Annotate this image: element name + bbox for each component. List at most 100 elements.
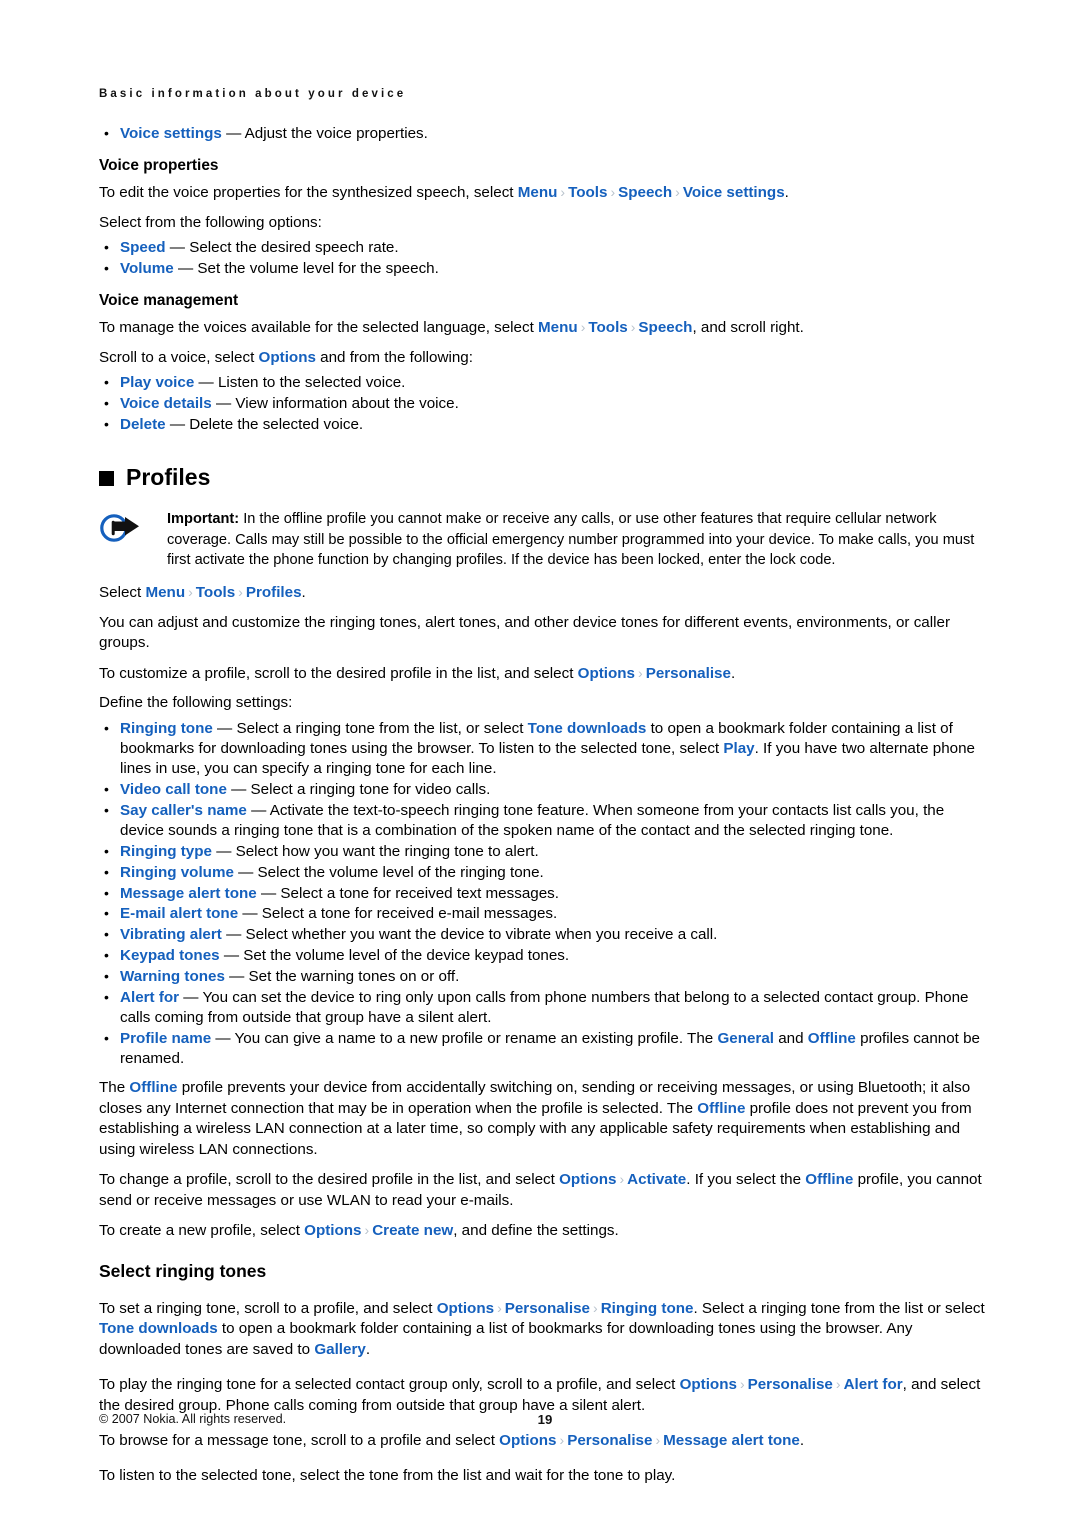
voice-management-scroll: Scroll to a voice, select Options and fr… <box>99 348 991 369</box>
path-separator-icon: › <box>619 1171 625 1188</box>
body-text: Select the volume level of the ringing t… <box>257 863 544 881</box>
path-separator-icon: › <box>497 1299 502 1316</box>
body-text: View information about the voice. <box>235 395 459 413</box>
select-suffix: . <box>301 584 306 602</box>
list-item: Warning tones — Set the warning tones on… <box>99 966 991 987</box>
body-text: Select a tone for received e-mail messag… <box>261 905 558 923</box>
path-separator-icon: › <box>238 584 243 601</box>
item-description: Adjust the voice properties. <box>244 125 428 142</box>
body-text: To play the ringing tone for a selected … <box>99 1376 680 1394</box>
body-text: Select whether you want the device to vi… <box>245 926 718 944</box>
body-text: — <box>173 260 198 278</box>
ui-reference: Alert for <box>120 988 180 1006</box>
list-item: Video call tone — Select a ringing tone … <box>99 779 991 800</box>
ui-reference: E-mail alert tone <box>120 905 239 923</box>
ui-reference: Ringing type <box>120 842 212 860</box>
ui-reference: Offline <box>697 1099 746 1117</box>
list-item: Ringing type — Select how you want the r… <box>99 841 991 862</box>
profiles-select-path-line: Select Menu › Tools › Profiles. <box>99 582 991 604</box>
document-page: Basic information about your device Voic… <box>0 0 1080 1527</box>
select-text: Select <box>99 584 146 602</box>
intro-suffix: , and scroll right. <box>692 319 804 337</box>
ui-reference: Personalise <box>747 1376 833 1394</box>
body-text: — <box>194 374 218 392</box>
list-item: Ringing volume — Select the volume level… <box>99 862 991 883</box>
body-text: Select how you want the ringing tone to … <box>235 842 539 860</box>
voice-properties-options-lead: Select from the following options: <box>99 213 322 231</box>
list-item: Message alert tone — Select a tone for r… <box>99 883 991 904</box>
list-item: Alert for — You can set the device to ri… <box>99 987 991 1029</box>
ui-reference: Voice details <box>120 395 212 413</box>
menu-path-personalise: Options › Personalise <box>578 665 731 682</box>
ringing-tone-paragraph-4: To listen to the selected tone, select t… <box>99 1466 991 1487</box>
profiles-define-lead: Define the following settings: <box>99 694 293 712</box>
profiles-customize-line: To customize a profile, scroll to the de… <box>99 663 991 685</box>
ui-reference: Tone downloads <box>99 1320 218 1338</box>
path-separator-icon: › <box>655 1432 661 1449</box>
ui-reference: Tone downloads <box>527 719 647 737</box>
ui-reference: Tools <box>568 184 608 202</box>
offline-profile-paragraph: The Offline profile prevents your device… <box>99 1078 991 1160</box>
body-text: Select a tone for received text messages… <box>280 884 559 902</box>
body-text: — <box>224 967 249 985</box>
ui-reference: Speech <box>638 319 693 337</box>
ui-reference: Voice settings <box>682 184 785 202</box>
ui-reference: Options <box>304 1222 362 1240</box>
ui-reference: Play voice <box>120 374 195 392</box>
ui-reference: Speed <box>120 239 166 257</box>
list-item: Vibrating alert — Select whether you wan… <box>99 924 991 945</box>
body-text: — <box>179 988 203 1006</box>
body-text: — <box>165 239 190 257</box>
list-item: Ringing tone — Select a ringing tone fro… <box>99 718 991 780</box>
body-text: — <box>165 415 190 433</box>
create-profile-paragraph: To create a new profile, select Options ›… <box>99 1220 991 1242</box>
voice-properties-intro: To edit the voice properties for the syn… <box>99 182 991 204</box>
ref-options: Options <box>258 348 316 366</box>
ui-reference: Tools <box>588 319 628 337</box>
body-text: You can give a name to a new profile or … <box>234 1029 718 1047</box>
list-item: Profile name — You can give a name to a … <box>99 1028 991 1070</box>
ui-reference: Profiles <box>245 584 302 602</box>
body-text: — <box>212 719 237 737</box>
profiles-intro: You can adjust and customize the ringing… <box>99 613 951 652</box>
intro-suffix: . <box>784 184 789 202</box>
ui-reference: Options <box>436 1299 495 1317</box>
ui-reference: Ringing volume <box>120 863 234 881</box>
heading-select-ringing-tones: Select ringing tones <box>99 1260 267 1281</box>
path-separator-icon: › <box>580 319 586 336</box>
term-voice-settings: Voice settings <box>120 125 222 142</box>
ui-reference: Personalise <box>504 1299 591 1317</box>
body-text: Set the volume level for the speech. <box>197 260 439 278</box>
path-separator-icon: › <box>610 184 616 201</box>
important-body: In the offline profile you cannot make o… <box>167 511 975 568</box>
body-text: — <box>246 801 270 819</box>
list-item: Speed — Select the desired speech rate. <box>99 237 991 258</box>
list-item: Delete — Delete the selected voice. <box>99 414 991 435</box>
profiles-settings-list: Ringing tone — Select a ringing tone fro… <box>99 718 991 1070</box>
voice-management-options: Play voice — Listen to the selected voic… <box>99 372 991 435</box>
square-bullet-icon <box>99 470 114 486</box>
footer-page-number: 19 <box>537 1412 553 1427</box>
ui-reference: Gallery <box>314 1340 366 1358</box>
intro-text: To manage the voices available for the s… <box>99 319 539 337</box>
heading-voice-management: Voice management <box>99 292 239 310</box>
path-separator-icon: › <box>739 1376 745 1393</box>
ui-reference: Alert for <box>843 1376 903 1394</box>
body-text: — <box>211 1029 235 1047</box>
body-text: . Select a ringing tone from the list or… <box>693 1299 985 1317</box>
path-separator-icon: › <box>559 1432 565 1449</box>
menu-path-profiles: Menu › Tools › Profiles <box>145 584 301 601</box>
ui-reference: Keypad tones <box>120 946 220 964</box>
ui-reference: General <box>717 1029 774 1047</box>
path-separator-icon: › <box>593 1299 598 1316</box>
path-separator-icon: › <box>560 184 566 201</box>
body-text: to open a bookmark folder containing a l… <box>99 1320 913 1358</box>
body-text: — <box>219 946 244 964</box>
chapter-title: Profiles <box>126 464 211 491</box>
body-text: — <box>256 884 281 902</box>
body-text: and <box>774 1029 808 1047</box>
ui-reference: Speech <box>618 184 673 202</box>
body-text: You can set the device to ring only upon… <box>120 988 969 1026</box>
ui-reference: Warning tones <box>120 967 225 985</box>
body-text: Select a ringing tone for video calls. <box>250 781 491 799</box>
